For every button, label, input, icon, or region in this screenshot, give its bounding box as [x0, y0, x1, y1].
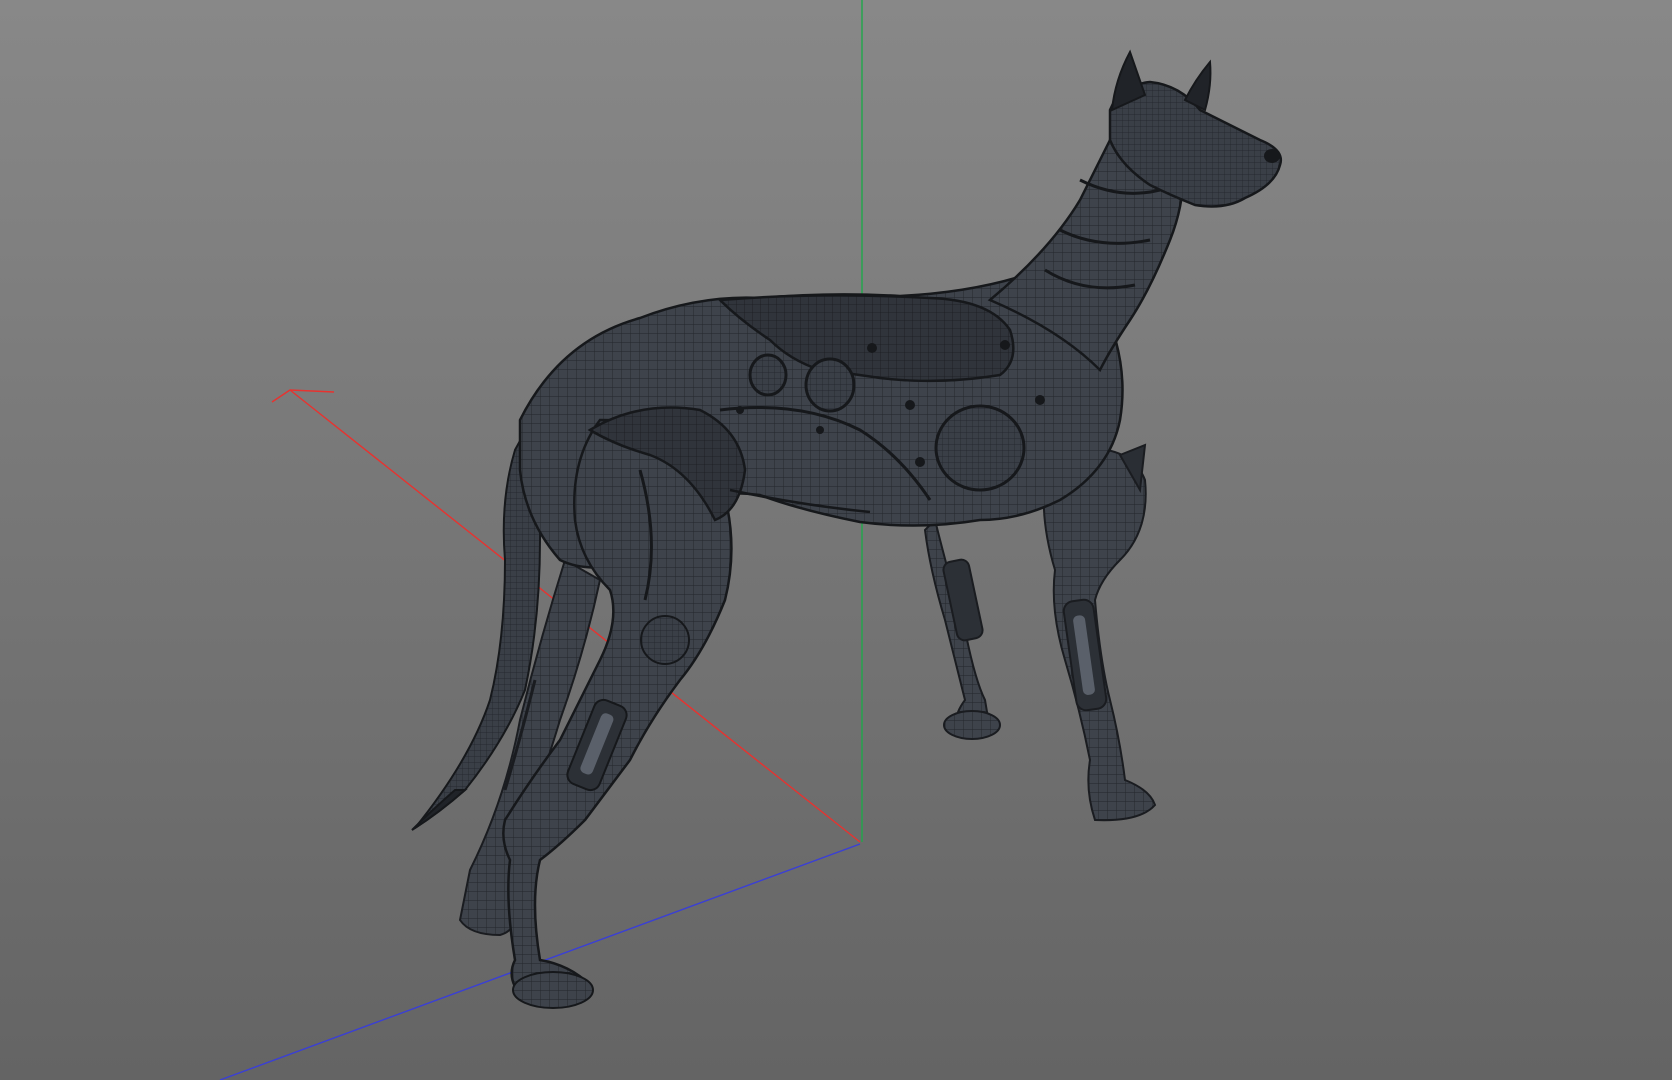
front-leg-far[interactable] — [923, 518, 1001, 740]
hind-paw — [512, 971, 594, 1009]
robot-dog-nose — [1264, 149, 1280, 163]
bolt — [905, 400, 915, 410]
side-port — [934, 404, 1026, 492]
viewport-canvas[interactable] — [0, 0, 1672, 1080]
front-leg-near[interactable] — [1042, 443, 1157, 822]
right-ear — [1183, 59, 1212, 112]
knee-joint — [640, 615, 690, 665]
side-port — [748, 353, 788, 397]
bolt — [867, 343, 877, 353]
bolt — [1035, 395, 1045, 405]
side-port — [804, 357, 856, 413]
robot-dog-model[interactable] — [411, 49, 1283, 1009]
bolt — [1000, 340, 1010, 350]
bolt — [816, 426, 824, 434]
3d-viewport[interactable] — [0, 0, 1672, 1080]
bolt — [915, 457, 925, 467]
